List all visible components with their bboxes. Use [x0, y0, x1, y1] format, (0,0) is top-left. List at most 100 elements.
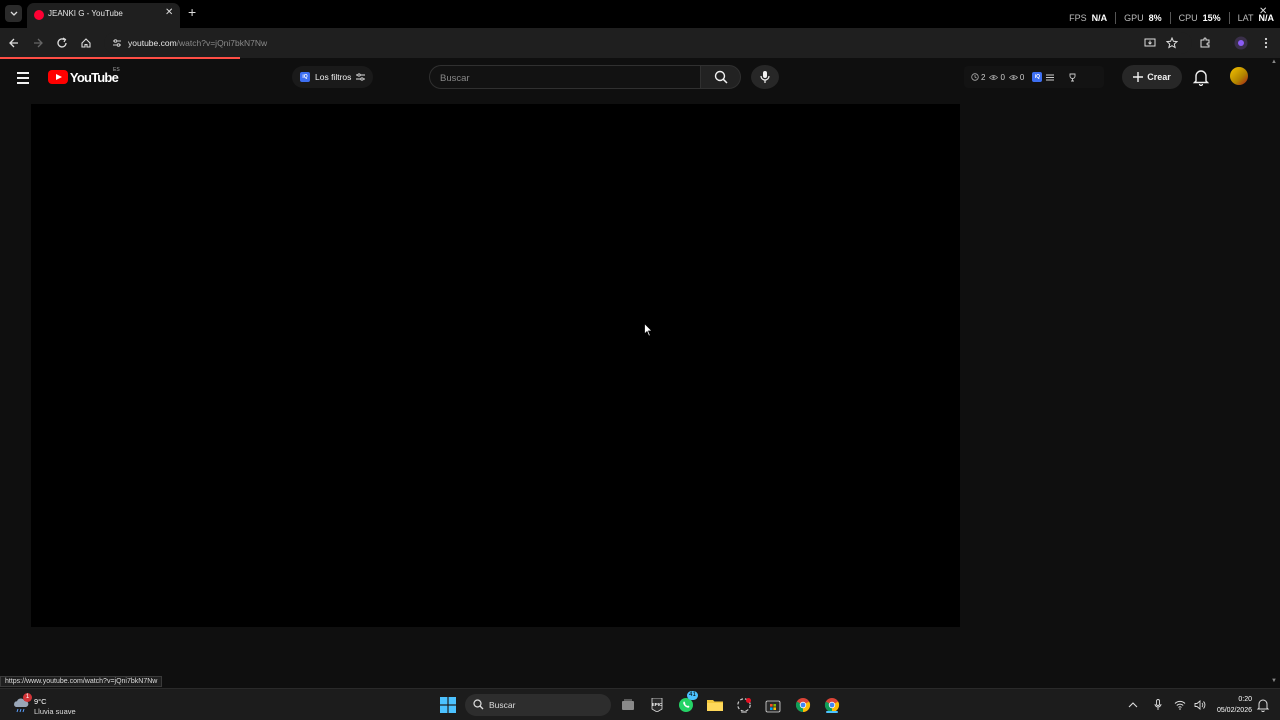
search-button[interactable]: [700, 65, 741, 89]
windows-logo-icon: [440, 697, 456, 713]
system-tray: [1128, 697, 1206, 713]
volume-icon[interactable]: [1194, 700, 1206, 710]
task-view-button[interactable]: [619, 696, 637, 714]
close-icon[interactable]: ✕: [165, 7, 173, 18]
video-player[interactable]: [31, 104, 960, 627]
install-app-button[interactable]: [1142, 35, 1158, 51]
running-indicator: [741, 711, 747, 713]
arrow-left-icon: [9, 38, 18, 48]
taskbar-app-store[interactable]: [764, 696, 782, 714]
folder-icon: [707, 700, 723, 711]
more-vert-icon: [1264, 37, 1268, 49]
forward-button[interactable]: [30, 35, 46, 51]
taskbar-search[interactable]: Buscar: [465, 694, 611, 716]
ext-stat-views[interactable]: 0: [989, 72, 1005, 82]
menu-icon: [17, 72, 29, 74]
filters-button[interactable]: iQ Los filtros: [292, 66, 374, 88]
extensions-button[interactable]: [1197, 35, 1213, 51]
youtube-logo[interactable]: YouTube: [48, 69, 119, 85]
perf-label: FPS: [1069, 13, 1087, 23]
filters-label: Los filtros: [315, 72, 352, 82]
ext-stat-value: 2: [981, 72, 986, 82]
search-input[interactable]: [440, 71, 690, 85]
ext-stat-value: 0: [1000, 72, 1005, 82]
menu-icon: [17, 77, 29, 79]
whatsapp-badge: 41: [687, 691, 698, 700]
reload-icon: [57, 37, 67, 48]
performance-overlay: FPS N/A GPU 8% CPU 15% LAT N/A: [1061, 12, 1274, 24]
taskbar-app-chrome[interactable]: [794, 696, 812, 714]
bookmark-button[interactable]: [1164, 35, 1180, 51]
chrome-icon: [795, 698, 811, 713]
extension-toolbar: 2 0 0 iQ: [964, 66, 1104, 88]
taskbar-app-chrome-active[interactable]: [823, 696, 841, 714]
perf-gpu: GPU 8%: [1116, 12, 1171, 24]
taskbar: 1 9°C Lluvia suave Buscar EPIC 41 0:20 0…: [0, 688, 1280, 720]
taskbar-app-whatsapp[interactable]: 41: [677, 691, 698, 714]
chevron-up-icon[interactable]: [1128, 702, 1138, 708]
arrow-right-icon: [34, 38, 43, 48]
window-close-button[interactable]: ✕: [1259, 6, 1267, 17]
ext-stat-hidden[interactable]: 0: [1008, 72, 1025, 82]
taskbar-app-file-explorer[interactable]: [706, 696, 724, 714]
profile-button[interactable]: [1233, 35, 1249, 51]
microsoft-store-icon: [765, 700, 781, 713]
notifications-button[interactable]: [1192, 68, 1210, 87]
scrollbar-up-arrow[interactable]: ▲: [1271, 59, 1277, 65]
taskbar-clock[interactable]: 0:20 05/02/2026: [1206, 694, 1252, 716]
address-bar[interactable]: youtube.com/watch?v=jQni7bkN7Nw: [104, 32, 1192, 54]
create-button[interactable]: Crear: [1122, 65, 1182, 89]
microphone-icon[interactable]: [1154, 699, 1162, 711]
star-icon: [1166, 37, 1178, 49]
browser-menu-button[interactable]: [1258, 35, 1274, 51]
tune-icon: [113, 39, 121, 47]
account-avatar[interactable]: [1230, 67, 1248, 85]
url-host: youtube.com: [128, 38, 177, 48]
youtube-play-icon: [48, 70, 68, 84]
browser-toolbar: youtube.com/watch?v=jQni7bkN7Nw: [0, 28, 1280, 58]
plus-icon: [1133, 72, 1144, 82]
ext-stat-history[interactable]: 2: [971, 73, 985, 82]
site-info-button[interactable]: [110, 36, 124, 50]
start-button[interactable]: [439, 696, 457, 714]
perf-label: GPU: [1124, 13, 1144, 23]
tab-search-button[interactable]: [5, 5, 22, 22]
avatar-icon: [1234, 36, 1248, 50]
perf-label: LAT: [1237, 13, 1254, 23]
extension-iq-icon[interactable]: iQ: [1032, 72, 1043, 82]
back-button[interactable]: [6, 35, 22, 51]
extension-iq-icon: iQ: [300, 72, 310, 82]
reload-button[interactable]: [54, 35, 70, 51]
voice-search-button[interactable]: [751, 65, 779, 89]
eye-icon: [989, 74, 999, 80]
trophy-icon[interactable]: [1068, 73, 1077, 82]
weather-temperature: 9°C: [34, 697, 47, 706]
perf-value: 15%: [1202, 13, 1221, 23]
perf-cpu: CPU 15%: [1171, 12, 1230, 24]
search-box: [429, 65, 700, 89]
wifi-icon[interactable]: [1174, 700, 1186, 710]
browser-tab-active[interactable]: JEANKI G - YouTube ✕: [27, 3, 180, 28]
search-icon: [473, 699, 484, 710]
taskbar-app-snipping[interactable]: [735, 696, 753, 714]
ext-stat-value: 0: [1019, 72, 1025, 82]
scrollbar-down-arrow[interactable]: ▼: [1271, 678, 1277, 684]
weather-widget[interactable]: 1 9°C Lluvia suave: [12, 693, 102, 717]
install-icon: [1144, 38, 1156, 47]
svg-text:EPIC: EPIC: [652, 702, 663, 707]
chevron-down-icon: [10, 11, 17, 16]
home-button[interactable]: [78, 35, 94, 51]
perf-value: N/A: [1091, 13, 1108, 23]
link-status-bubble: https://www.youtube.com/watch?v=jQni7bkN…: [0, 676, 163, 687]
country-code: ES: [113, 67, 120, 73]
new-tab-button[interactable]: +: [188, 5, 196, 19]
notification-bell-icon[interactable]: [1256, 698, 1270, 712]
browser-tab-strip: JEANKI G - YouTube ✕ + FPS N/A GPU 8% CPU 1…: [0, 0, 1280, 28]
list-icon[interactable]: [1046, 74, 1055, 81]
weather-alert-badge: 1: [23, 693, 32, 702]
perf-value: 8%: [1148, 13, 1162, 23]
guide-menu-button[interactable]: [16, 70, 32, 84]
task-view-icon: [622, 699, 634, 710]
taskbar-app-epic-games[interactable]: EPIC: [648, 696, 666, 714]
running-indicator: [826, 711, 838, 713]
